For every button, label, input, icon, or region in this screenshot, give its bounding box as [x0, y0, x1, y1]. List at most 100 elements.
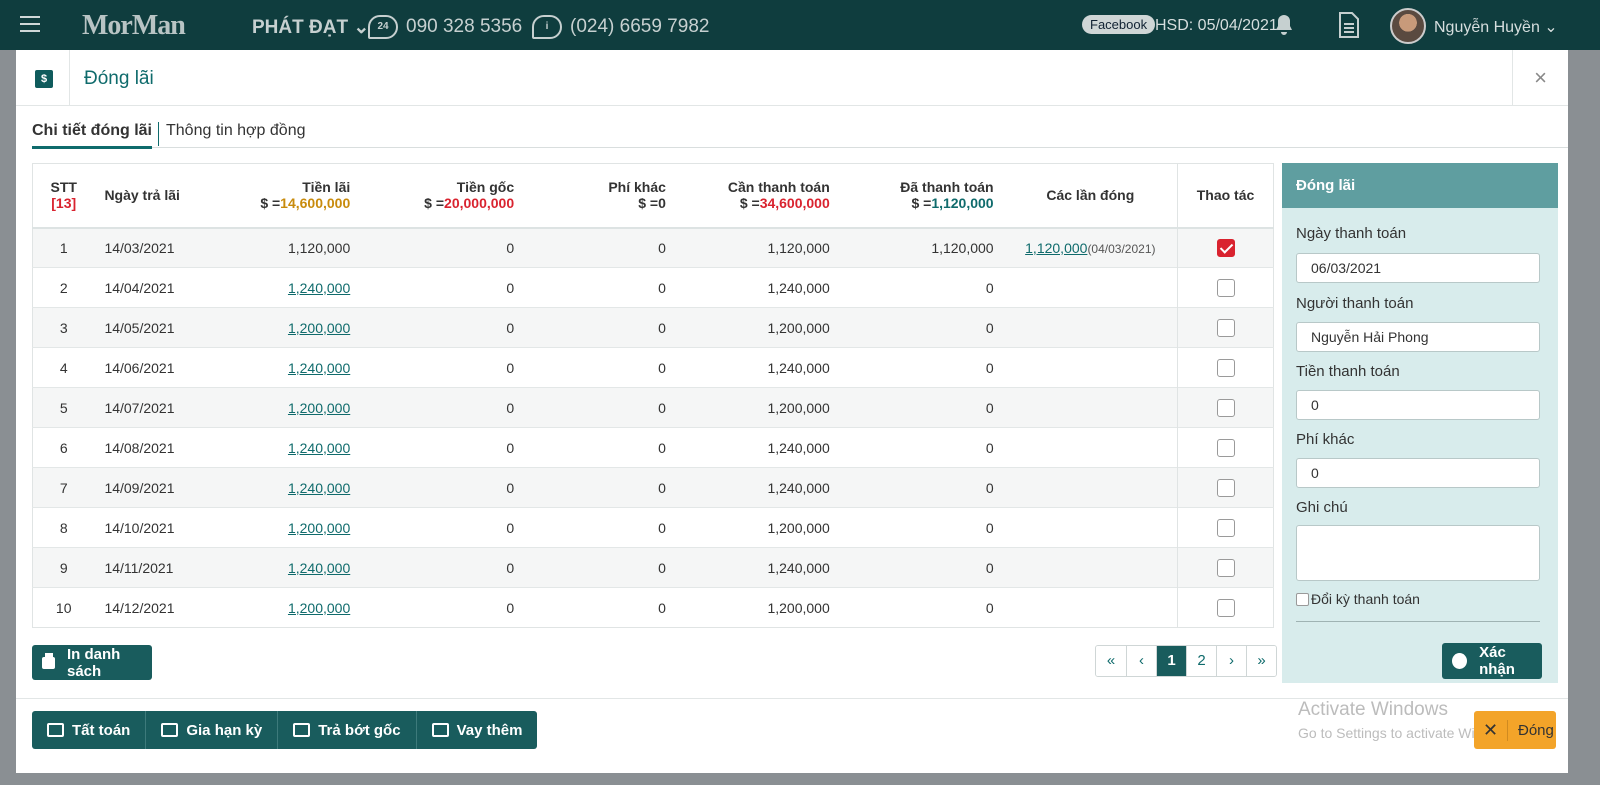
table-row: 10 14/12/2021 1,200,000 0 0 1,200,000 0 [32, 587, 1274, 628]
col-cac-lan-dong: Các lần đóng [1003, 163, 1178, 229]
row-checkbox[interactable] [1216, 438, 1235, 457]
row-principal: 0 [506, 599, 515, 616]
printer-icon [42, 652, 55, 669]
note-label: Ghi chú [1296, 499, 1348, 516]
row-interest[interactable]: 1,240,000 [288, 360, 350, 376]
page-first[interactable]: « [1096, 646, 1126, 676]
settle-button[interactable]: Tất toán [32, 711, 145, 749]
row-stt: 1 [59, 239, 68, 256]
row-interest[interactable]: 1,200,000 [288, 520, 350, 536]
hotline-1: 24 090 328 5356 [368, 15, 522, 39]
reduce-principal-label: Trả bớt gốc [318, 721, 401, 739]
row-checkbox[interactable] [1216, 518, 1235, 537]
bell-icon[interactable] [1272, 13, 1296, 37]
bank-icon [293, 723, 311, 737]
row-interest[interactable]: 1,200,000 [288, 600, 350, 616]
row-other-fee: 0 [658, 279, 666, 296]
row-amount-due: 1,200,000 [767, 519, 830, 536]
row-interest[interactable]: 1,200,000 [288, 320, 350, 336]
row-other-fee: 0 [658, 519, 666, 536]
row-other-fee: 0 [658, 239, 666, 256]
row-checkbox[interactable] [1216, 598, 1235, 617]
payment-history-link[interactable]: 1,120,000 [1025, 240, 1087, 256]
user-menu[interactable]: Nguyễn Huyền ⌄ [1434, 17, 1558, 37]
confirm-button[interactable]: Xác nhận [1442, 643, 1542, 679]
modal-title: Đóng lãi [84, 68, 154, 89]
payment-panel-title: Đóng lãi [1282, 163, 1558, 208]
reduce-principal-button[interactable]: Trả bớt gốc [277, 711, 415, 749]
shop-selector[interactable]: PHÁT ĐẠT ⌄ [252, 16, 369, 39]
table-row: 1 14/03/2021 1,120,000 0 0 1,120,000 1,120,000… [32, 227, 1274, 268]
row-other-fee: 0 [658, 599, 666, 616]
amount-input[interactable] [1296, 390, 1540, 420]
row-stt: 5 [59, 399, 68, 416]
row-amount-due: 1,240,000 [767, 279, 830, 296]
row-interest[interactable]: 1,200,000 [288, 400, 350, 416]
other-fee-input[interactable] [1296, 458, 1540, 488]
row-interest[interactable]: 1,240,000 [288, 480, 350, 496]
row-checkbox[interactable] [1216, 318, 1235, 337]
menu-icon[interactable] [20, 16, 40, 32]
sum-tien-lai: 14,600,000 [280, 195, 351, 212]
row-stt: 2 [59, 279, 68, 296]
avatar[interactable] [1390, 8, 1426, 44]
table-row: 4 14/06/2021 1,240,000 0 0 1,240,000 0 [32, 347, 1274, 388]
row-checkbox[interactable] [1216, 558, 1235, 577]
borrow-more-button[interactable]: Vay thêm [415, 711, 538, 749]
document-icon[interactable] [1339, 12, 1359, 38]
row-checkbox[interactable] [1216, 478, 1235, 497]
note-textarea[interactable] [1296, 525, 1540, 581]
chevron-down-icon: ⌄ [1544, 19, 1558, 36]
page-last[interactable]: » [1246, 646, 1276, 676]
close-button[interactable]: ✕ Đóng [1474, 711, 1556, 749]
modal-footer: Tất toán Gia hạn kỳ Trả bớt gốc Vay thêm… [16, 698, 1568, 773]
divider [1296, 621, 1540, 622]
row-amount-paid: 0 [985, 399, 994, 416]
row-due-date: 14/11/2021 [104, 559, 174, 576]
page-2[interactable]: 2 [1186, 646, 1216, 676]
col-phi-khac: Phí khác $ =0 [524, 163, 676, 229]
col-ngay-tra-lai: Ngày trả lãi [94, 163, 215, 229]
hotline-2: i (024) 6659 7982 [532, 15, 709, 39]
row-other-fee: 0 [658, 359, 666, 376]
row-amount-due: 1,200,000 [767, 319, 830, 336]
row-stt: 3 [59, 319, 68, 336]
tab-chi-tiet-dong-lai[interactable]: Chi tiết đóng lãi [32, 122, 152, 149]
expiry-date: HSD: 05/04/2021 [1155, 17, 1278, 34]
pagination: « ‹ 1 2 › » [1095, 645, 1277, 677]
row-checkbox[interactable] [1216, 278, 1235, 297]
row-checkbox[interactable] [1216, 358, 1235, 377]
payment-date-label: Ngày thanh toán [1296, 225, 1407, 242]
confirm-label: Xác nhận [1479, 644, 1515, 678]
row-principal: 0 [506, 239, 515, 256]
row-checkbox[interactable] [1216, 238, 1235, 257]
payment-date-input[interactable] [1296, 253, 1540, 283]
row-other-fee: 0 [658, 559, 666, 576]
tab-separator [158, 122, 159, 146]
row-interest[interactable]: 1,240,000 [288, 560, 350, 576]
row-interest[interactable]: 1,240,000 [288, 280, 350, 296]
payer-input[interactable] [1296, 322, 1540, 352]
app-logo[interactable]: MorMan [82, 10, 186, 42]
row-checkbox[interactable] [1216, 398, 1235, 417]
facebook-badge[interactable]: Facebook [1082, 15, 1156, 34]
row-amount-paid: 0 [985, 319, 994, 336]
page-prev[interactable]: ‹ [1126, 646, 1156, 676]
row-stt: 10 [55, 599, 72, 616]
change-period-checkbox[interactable] [1296, 592, 1309, 606]
row-due-date: 14/07/2021 [104, 399, 175, 416]
hotline-2-number: (024) 6659 7982 [570, 16, 710, 37]
tab-thong-tin-hop-dong[interactable]: Thông tin hợp đồng [166, 122, 305, 146]
print-list-button[interactable]: In danh sách [32, 645, 152, 680]
row-interest[interactable]: 1,240,000 [288, 440, 350, 456]
row-amount-due: 1,200,000 [767, 599, 830, 616]
extend-button[interactable]: Gia hạn kỳ [145, 711, 277, 749]
close-icon[interactable]: × [1512, 50, 1568, 106]
table-row: 6 14/08/2021 1,240,000 0 0 1,240,000 0 [32, 427, 1274, 468]
row-amount-due: 1,240,000 [767, 479, 830, 496]
row-amount-due: 1,240,000 [767, 359, 830, 376]
user-name: Nguyễn Huyền [1434, 19, 1540, 36]
page-next[interactable]: › [1216, 646, 1246, 676]
row-principal: 0 [506, 439, 515, 456]
page-1[interactable]: 1 [1156, 646, 1186, 676]
